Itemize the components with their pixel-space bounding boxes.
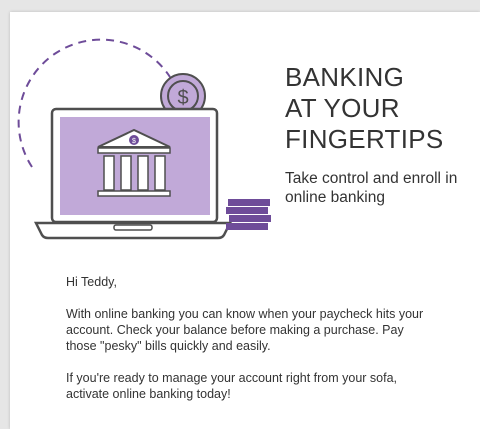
body-paragraph-2: If you're ready to manage your account r… [66, 371, 398, 401]
coin-stack-icon [226, 199, 271, 230]
headline-line-2: AT YOUR [285, 93, 400, 123]
coin-symbol: $ [177, 87, 188, 109]
body-paragraph-1: With online banking you can know when yo… [66, 307, 424, 353]
greeting: Hi Teddy, [66, 275, 117, 289]
email-body: Hi Teddy, With online banking you can kn… [66, 274, 426, 418]
email-card: $ $ BANKING AT YOUR FINGERTIPS Take cont… [10, 12, 480, 429]
subhead: Take control and enroll in online bankin… [285, 170, 458, 206]
headline-line-1: BANKING [285, 62, 405, 92]
banking-illustration: $ $ [17, 38, 271, 240]
laptop-icon [33, 107, 233, 240]
bank-symbol: $ [132, 138, 136, 145]
headline: BANKING AT YOUR FINGERTIPS [285, 62, 444, 155]
headline-line-3: FINGERTIPS [285, 124, 444, 154]
